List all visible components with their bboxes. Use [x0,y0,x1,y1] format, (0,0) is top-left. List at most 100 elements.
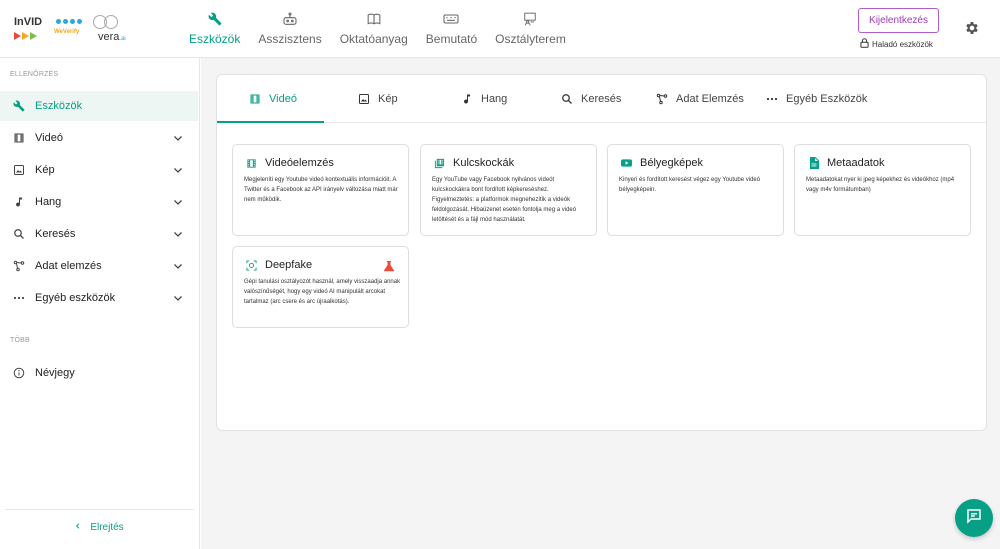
nav-demo-label: Bemutató [425,32,478,46]
sidebar-item-about[interactable]: Névjegy [0,358,198,388]
youtube-icon [621,158,632,169]
card-title: Videóelemzés [265,157,334,169]
tool-card-metadata[interactable]: Metaadatok Metaadatokat nyer ki jpeg kép… [794,144,971,236]
top-bar: InVID WeVerify vera.ai Eszközök Assziszt… [0,0,1000,58]
invid-play-icons [14,32,37,40]
search-icon [561,93,573,105]
sidebar-item-label: Egyéb eszközök [35,292,116,304]
deepfake-icon [246,259,257,271]
nav-classroom[interactable]: Osztályterem [486,10,575,46]
sidebar-item-other-tools[interactable]: Egyéb eszközök [0,283,198,313]
card-description: Egy YouTube vagy Facebook nyilvános vide… [432,177,577,223]
sidebar-item-tools[interactable]: Eszközök [0,91,198,121]
search-icon [12,227,26,241]
image-icon [12,163,26,177]
tab-label: Hang [481,93,508,105]
sidebar-item-label: Hang [35,196,62,208]
weverify-logo-text: WeVerify [54,29,80,35]
card-description: Megjeleníti egy Youtube videó kontextuál… [244,177,398,203]
sidebar-item-label: Kép [35,164,55,176]
more-dots-icon [12,291,26,305]
sidebar-item-video[interactable]: Videó [0,123,198,153]
sidebar-item-search[interactable]: Keresés [0,219,198,249]
tab-audio[interactable]: Hang [461,75,507,123]
data-analysis-icon [656,93,668,105]
chevron-down-icon [172,260,184,272]
tab-label: Keresés [581,93,622,105]
weverify-logo: WeVerify [54,15,84,41]
tab-label: Adat Elemzés [676,93,744,105]
chevron-down-icon [172,196,184,208]
chevron-left-icon [74,522,82,533]
nav-tools-label: Eszközök [189,32,241,46]
document-icon [808,157,819,169]
tab-data-analysis[interactable]: Adat Elemzés [656,75,744,123]
tool-card-video-analysis[interactable]: Videóelemzés Megjeleníti egy Youtube vid… [232,144,409,236]
tab-label: Videó [269,93,297,105]
flask-icon [383,259,395,272]
card-title: Metaadatok [827,157,885,169]
nav-demo[interactable]: Bemutató [417,10,486,46]
image-icon [358,93,370,105]
card-title: Kulcskockák [453,157,515,169]
invid-logo: InVID [14,15,46,41]
book-icon [367,10,381,28]
logout-button[interactable]: Kijelentkezés [858,8,939,33]
tab-video[interactable]: Videó [249,75,297,123]
chevron-down-icon [172,132,184,144]
music-note-icon [12,195,26,209]
tool-card-thumbnails[interactable]: Bélyegképek Kinyeri és fordított keresés… [607,144,784,236]
nav-classroom-label: Osztályterem [495,32,566,46]
advanced-tools-link[interactable]: Haladó eszközök [860,38,933,50]
film-icon [246,158,257,169]
tab-image[interactable]: Kép [358,75,398,123]
tool-category-tabs: Videó Kép Hang Keresés Adat Elemzés Egyé… [217,75,986,123]
chat-button[interactable] [955,499,993,537]
tab-label: Kép [378,93,398,105]
wrench-icon [12,99,26,113]
lock-icon [860,38,869,50]
chevron-down-icon [172,228,184,240]
tab-other-tools[interactable]: Egyéb Eszközök [766,75,867,123]
sidebar-item-label: Eszközök [35,100,83,112]
vera-logo-text: vera [98,31,120,43]
tools-panel: Videó Kép Hang Keresés Adat Elemzés Egyé… [216,74,987,431]
sidebar-item-image[interactable]: Kép [0,155,198,185]
robot-icon [282,10,298,28]
sidebar-section-more: TÖBB [10,337,30,344]
sidebar-item-label: Keresés [35,228,76,240]
wrench-icon [208,10,222,28]
nav-tools[interactable]: Eszközök [180,10,249,46]
info-icon [12,366,26,380]
nav-tutorial-label: Oktatóanyag [339,32,408,46]
advanced-tools-label: Haladó eszközök [872,39,933,49]
nav-tutorial[interactable]: Oktatóanyag [331,10,417,46]
tool-card-deepfake[interactable]: Deepfake Gépi tanulási osztályozót haszn… [232,246,409,328]
classroom-icon [523,10,537,28]
sidebar-item-label: Névjegy [35,367,75,379]
card-title: Bélyegképek [640,157,703,169]
film-icon [12,131,26,145]
sidebar-item-data-analysis[interactable]: Adat elemzés [0,251,198,281]
vera-logo-suffix: .ai [119,36,126,42]
card-description: Kinyeri és fordított keresést végez egy … [619,177,761,193]
logo-group[interactable]: InVID WeVerify vera.ai [14,12,130,44]
data-analysis-icon [12,259,26,273]
vera-logo: vera.ai [92,13,130,43]
card-title: Deepfake [265,259,313,271]
nav-assistant-label: Asszisztens [258,32,322,46]
sidebar-collapse-button[interactable]: Elrejtés [0,519,198,535]
music-note-icon [461,93,473,105]
tool-card-keyframes[interactable]: Kulcskockák Egy YouTube vagy Facebook ny… [420,144,597,236]
sidebar-item-audio[interactable]: Hang [0,187,198,217]
sidebar-collapse-label: Elrejtés [90,521,124,533]
sidebar: ELLENŐRZÉS Eszközök Videó Kép Hang Keres… [0,58,200,549]
tab-search[interactable]: Keresés [561,75,621,123]
sidebar-section-check: ELLENŐRZÉS [10,71,59,78]
gear-icon[interactable] [964,20,980,36]
more-dots-icon [766,93,778,105]
keyboard-icon [443,10,459,28]
sidebar-item-label: Videó [35,132,63,144]
invid-logo-text: InVID [14,16,43,28]
nav-assistant[interactable]: Asszisztens [249,10,330,46]
